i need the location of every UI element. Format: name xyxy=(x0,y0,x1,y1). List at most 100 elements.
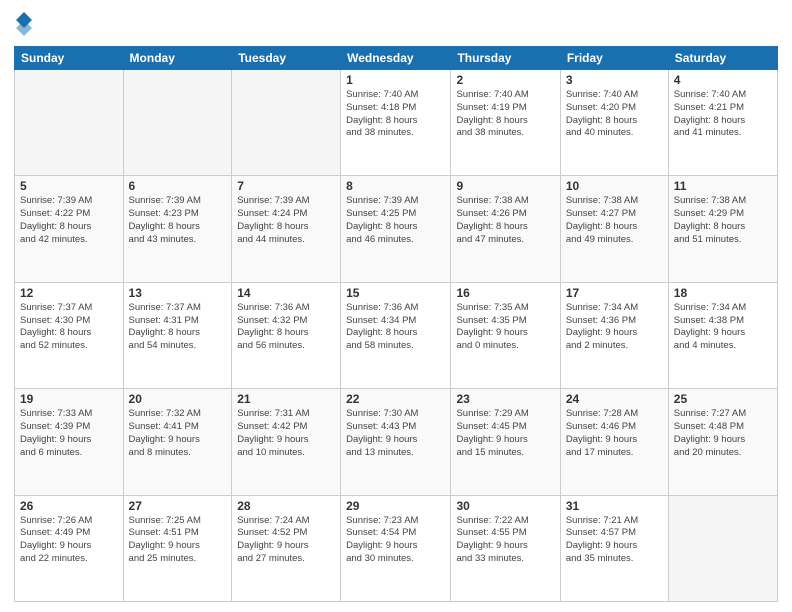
calendar-cell: 3Sunrise: 7:40 AM Sunset: 4:20 PM Daylig… xyxy=(560,70,668,176)
calendar-week-4: 19 Sunrise: 7:33 AM Sunset: 4:39 PM Dayli… xyxy=(15,389,778,495)
day-number: 2 xyxy=(456,73,554,87)
calendar-cell: 25 Sunrise: 7:27 AM Sunset: 4:48 PM Dayli… xyxy=(668,389,777,495)
calendar-cell xyxy=(15,70,124,176)
calendar-cell: 30Sunrise: 7:22 AM Sunset: 4:55 PM Dayli… xyxy=(451,495,560,601)
calendar-cell: 2 Sunrise: 7:40 AM Sunset: 4:19 PM Daylig… xyxy=(451,70,560,176)
weekday-header-sunday: Sunday xyxy=(15,47,124,70)
calendar-cell xyxy=(232,70,341,176)
day-number: 1 xyxy=(346,73,445,87)
calendar-week-1: 1 Sunrise: 7:40 AM Sunset: 4:18 PM Daylig… xyxy=(15,70,778,176)
calendar-cell: 31 Sunrise: 7:21 AM Sunset: 4:57 PM Dayli… xyxy=(560,495,668,601)
calendar-cell: 15 Sunrise: 7:36 AM Sunset: 4:34 PM Dayli… xyxy=(341,282,451,388)
calendar-cell: 21 Sunrise: 7:31 AM Sunset: 4:42 PM Dayli… xyxy=(232,389,341,495)
calendar-cell: 13Sunrise: 7:37 AM Sunset: 4:31 PM Dayli… xyxy=(123,282,232,388)
calendar-cell: 1 Sunrise: 7:40 AM Sunset: 4:18 PM Daylig… xyxy=(341,70,451,176)
page-header xyxy=(14,10,778,38)
weekday-header-wednesday: Wednesday xyxy=(341,47,451,70)
day-number: 30 xyxy=(456,499,554,513)
calendar-cell: 7 Sunrise: 7:39 AM Sunset: 4:24 PM Daylig… xyxy=(232,176,341,282)
day-number: 18 xyxy=(674,286,772,300)
day-number: 22 xyxy=(346,392,445,406)
calendar-cell: 4Sunrise: 7:40 AM Sunset: 4:21 PM Daylig… xyxy=(668,70,777,176)
day-number: 5 xyxy=(20,179,118,193)
day-number: 29 xyxy=(346,499,445,513)
calendar-cell: 29 Sunrise: 7:23 AM Sunset: 4:54 PM Dayli… xyxy=(341,495,451,601)
day-number: 16 xyxy=(456,286,554,300)
day-info: Sunrise: 7:24 AM Sunset: 4:52 PM Dayligh… xyxy=(237,515,335,566)
calendar-cell: 23 Sunrise: 7:29 AM Sunset: 4:45 PM Dayli… xyxy=(451,389,560,495)
calendar-cell: 11 Sunrise: 7:38 AM Sunset: 4:29 PM Dayli… xyxy=(668,176,777,282)
calendar-cell xyxy=(668,495,777,601)
calendar-cell: 27 Sunrise: 7:25 AM Sunset: 4:51 PM Dayli… xyxy=(123,495,232,601)
day-info: Sunrise: 7:32 AM Sunset: 4:41 PM Dayligh… xyxy=(129,408,227,459)
calendar-cell: 20 Sunrise: 7:32 AM Sunset: 4:41 PM Dayli… xyxy=(123,389,232,495)
day-info: Sunrise: 7:25 AM Sunset: 4:51 PM Dayligh… xyxy=(129,515,227,566)
day-info: Sunrise: 7:29 AM Sunset: 4:45 PM Dayligh… xyxy=(456,408,554,459)
calendar-cell: 5 Sunrise: 7:39 AM Sunset: 4:22 PM Daylig… xyxy=(15,176,124,282)
day-info: Sunrise: 7:39 AM Sunset: 4:25 PM Dayligh… xyxy=(346,195,445,246)
logo-icon xyxy=(14,10,34,38)
day-number: 25 xyxy=(674,392,772,406)
day-info: Sunrise: 7:31 AM Sunset: 4:42 PM Dayligh… xyxy=(237,408,335,459)
weekday-header-monday: Monday xyxy=(123,47,232,70)
day-info: Sunrise: 7:36 AM Sunset: 4:32 PM Dayligh… xyxy=(237,302,335,353)
calendar-week-5: 26Sunrise: 7:26 AM Sunset: 4:49 PM Dayli… xyxy=(15,495,778,601)
day-info: Sunrise: 7:39 AM Sunset: 4:22 PM Dayligh… xyxy=(20,195,118,246)
day-number: 15 xyxy=(346,286,445,300)
day-info: Sunrise: 7:30 AM Sunset: 4:43 PM Dayligh… xyxy=(346,408,445,459)
day-info: Sunrise: 7:39 AM Sunset: 4:23 PM Dayligh… xyxy=(129,195,227,246)
day-number: 27 xyxy=(129,499,227,513)
calendar-cell: 24 Sunrise: 7:28 AM Sunset: 4:46 PM Dayli… xyxy=(560,389,668,495)
day-info: Sunrise: 7:26 AM Sunset: 4:49 PM Dayligh… xyxy=(20,515,118,566)
calendar-cell: 6 Sunrise: 7:39 AM Sunset: 4:23 PM Daylig… xyxy=(123,176,232,282)
calendar-cell: 17Sunrise: 7:34 AM Sunset: 4:36 PM Dayli… xyxy=(560,282,668,388)
calendar-cell: 19 Sunrise: 7:33 AM Sunset: 4:39 PM Dayli… xyxy=(15,389,124,495)
day-info: Sunrise: 7:40 AM Sunset: 4:18 PM Dayligh… xyxy=(346,89,445,140)
day-info: Sunrise: 7:34 AM Sunset: 4:38 PM Dayligh… xyxy=(674,302,772,353)
logo xyxy=(14,10,36,38)
day-number: 24 xyxy=(566,392,663,406)
day-number: 7 xyxy=(237,179,335,193)
day-info: Sunrise: 7:38 AM Sunset: 4:29 PM Dayligh… xyxy=(674,195,772,246)
calendar-week-2: 5 Sunrise: 7:39 AM Sunset: 4:22 PM Daylig… xyxy=(15,176,778,282)
weekday-header-thursday: Thursday xyxy=(451,47,560,70)
weekday-header-friday: Friday xyxy=(560,47,668,70)
day-number: 9 xyxy=(456,179,554,193)
day-number: 14 xyxy=(237,286,335,300)
day-info: Sunrise: 7:33 AM Sunset: 4:39 PM Dayligh… xyxy=(20,408,118,459)
calendar-cell: 26Sunrise: 7:26 AM Sunset: 4:49 PM Dayli… xyxy=(15,495,124,601)
day-number: 3 xyxy=(566,73,663,87)
day-info: Sunrise: 7:28 AM Sunset: 4:46 PM Dayligh… xyxy=(566,408,663,459)
day-info: Sunrise: 7:37 AM Sunset: 4:31 PM Dayligh… xyxy=(129,302,227,353)
day-number: 19 xyxy=(20,392,118,406)
calendar-cell: 12 Sunrise: 7:37 AM Sunset: 4:30 PM Dayli… xyxy=(15,282,124,388)
day-number: 4 xyxy=(674,73,772,87)
weekday-header-tuesday: Tuesday xyxy=(232,47,341,70)
weekday-header-row: SundayMondayTuesdayWednesdayThursdayFrid… xyxy=(15,47,778,70)
day-number: 31 xyxy=(566,499,663,513)
day-number: 20 xyxy=(129,392,227,406)
page-container: SundayMondayTuesdayWednesdayThursdayFrid… xyxy=(0,0,792,612)
calendar-week-3: 12 Sunrise: 7:37 AM Sunset: 4:30 PM Dayli… xyxy=(15,282,778,388)
day-number: 11 xyxy=(674,179,772,193)
calendar-cell: 8Sunrise: 7:39 AM Sunset: 4:25 PM Daylig… xyxy=(341,176,451,282)
day-number: 6 xyxy=(129,179,227,193)
calendar-header: SundayMondayTuesdayWednesdayThursdayFrid… xyxy=(15,47,778,70)
day-number: 12 xyxy=(20,286,118,300)
day-info: Sunrise: 7:27 AM Sunset: 4:48 PM Dayligh… xyxy=(674,408,772,459)
day-number: 17 xyxy=(566,286,663,300)
day-info: Sunrise: 7:21 AM Sunset: 4:57 PM Dayligh… xyxy=(566,515,663,566)
weekday-header-saturday: Saturday xyxy=(668,47,777,70)
day-info: Sunrise: 7:38 AM Sunset: 4:26 PM Dayligh… xyxy=(456,195,554,246)
day-number: 21 xyxy=(237,392,335,406)
day-info: Sunrise: 7:39 AM Sunset: 4:24 PM Dayligh… xyxy=(237,195,335,246)
calendar-cell: 9 Sunrise: 7:38 AM Sunset: 4:26 PM Daylig… xyxy=(451,176,560,282)
day-info: Sunrise: 7:36 AM Sunset: 4:34 PM Dayligh… xyxy=(346,302,445,353)
day-info: Sunrise: 7:40 AM Sunset: 4:19 PM Dayligh… xyxy=(456,89,554,140)
day-info: Sunrise: 7:38 AM Sunset: 4:27 PM Dayligh… xyxy=(566,195,663,246)
day-info: Sunrise: 7:23 AM Sunset: 4:54 PM Dayligh… xyxy=(346,515,445,566)
day-info: Sunrise: 7:37 AM Sunset: 4:30 PM Dayligh… xyxy=(20,302,118,353)
calendar-body: 1 Sunrise: 7:40 AM Sunset: 4:18 PM Daylig… xyxy=(15,70,778,602)
calendar-table: SundayMondayTuesdayWednesdayThursdayFrid… xyxy=(14,46,778,602)
day-number: 23 xyxy=(456,392,554,406)
